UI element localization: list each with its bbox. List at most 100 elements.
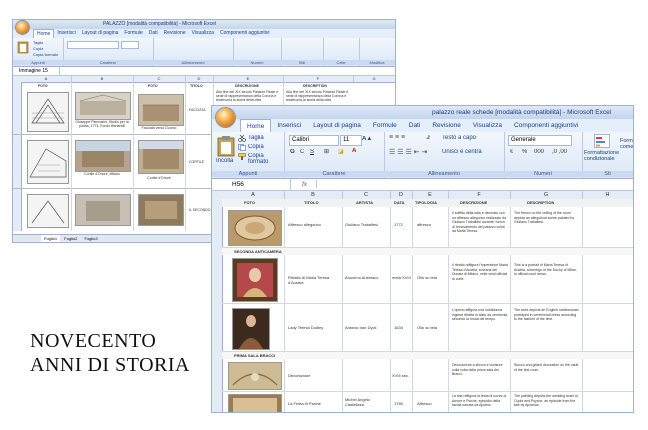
name-box[interactable]: H56	[230, 179, 291, 190]
format-as-table-button[interactable]: Form come	[620, 138, 633, 150]
gridline	[284, 199, 285, 412]
palace-section-drawing[interactable]	[27, 140, 69, 184]
column-header[interactable]: D	[390, 191, 413, 199]
window-title: PALAZZO [modalità compatibilità] - Micro…	[103, 21, 216, 27]
ceiling-fresco-thumb[interactable]	[228, 210, 282, 246]
currency-icon[interactable]: €	[510, 149, 513, 155]
tab-page-layout[interactable]: Layout di pagina	[79, 29, 122, 38]
tab-insert[interactable]: Inserisci	[54, 29, 78, 38]
column-header[interactable]: E	[412, 191, 449, 199]
group-font: Calibri 11 A▲ G C S ⊞ ◪ A Carattere	[284, 132, 385, 178]
office-button-icon[interactable]	[16, 21, 29, 34]
tab-insert[interactable]: Inserisci	[271, 119, 307, 132]
entrance-photo-thumb[interactable]	[75, 194, 131, 226]
align-top-icon[interactable]: ≡ ≡ ≡	[389, 134, 405, 141]
column-header[interactable]: A	[21, 76, 72, 82]
thousands-button[interactable]: 000	[534, 149, 544, 155]
copy-icon[interactable]	[238, 144, 246, 151]
spreadsheet-grid[interactable]: A B C D E F G H FOTO TITOLO ARTISTA DATA…	[212, 191, 633, 412]
grow-font-icon[interactable]: A▲	[362, 136, 372, 142]
paste-icon[interactable]	[217, 135, 235, 157]
portrait-maria-teresa-thumb[interactable]	[232, 258, 278, 302]
font-family-select[interactable]: Calibri	[289, 135, 339, 146]
paste-icon[interactable]	[17, 40, 29, 54]
tab-page-layout[interactable]: Layout di pagina	[307, 119, 367, 132]
column-header[interactable]: A	[222, 191, 285, 199]
font-size-select[interactable]	[121, 41, 139, 49]
column-header[interactable]: B	[71, 76, 134, 82]
copy-button[interactable]: Copia	[248, 144, 264, 150]
underline-button[interactable]: S	[310, 149, 314, 155]
tab-formulas[interactable]: Formule	[367, 119, 403, 132]
conditional-formatting-icon[interactable]	[594, 134, 610, 148]
bold-button[interactable]: G	[290, 149, 295, 155]
font-size-select[interactable]: 11	[340, 135, 362, 146]
scissors-icon[interactable]	[238, 135, 246, 142]
cut-button[interactable]: Taglia	[33, 40, 43, 45]
format-painter-button[interactable]: Copia formato	[33, 52, 58, 57]
facade-photo-thumb[interactable]	[138, 94, 184, 126]
number-format-select[interactable]: Generale	[508, 135, 572, 146]
photo-caption: Facciata verso Duomo	[141, 126, 177, 130]
column-header[interactable]: D	[185, 76, 214, 82]
tab-view[interactable]: Visualizza	[189, 29, 217, 38]
align-left-icon[interactable]: ☰ ☰ ☰ ⇤ ⇥	[389, 148, 427, 156]
copy-button[interactable]: Copia	[33, 46, 43, 51]
group-styles: Stili	[281, 38, 324, 66]
decimal-icon[interactable]: ,0 ,00	[552, 149, 567, 155]
entrance-photo-thumb[interactable]	[138, 194, 184, 226]
borders-icon[interactable]: ⊞	[324, 148, 329, 155]
column-header[interactable]: F	[283, 76, 354, 82]
wrap-text-button[interactable]: Testo a capo	[442, 135, 476, 141]
tab-view[interactable]: Visualizza	[467, 119, 508, 132]
tab-addins[interactable]: Componenti aggiuntivi	[217, 29, 272, 38]
header-foto: FOTO	[244, 200, 256, 205]
palace-plan-drawing[interactable]	[27, 92, 69, 132]
cut-button[interactable]: Taglia	[248, 135, 264, 141]
column-header[interactable]: G	[510, 191, 583, 199]
office-button-icon[interactable]	[216, 108, 235, 127]
font-color-icon[interactable]: A	[352, 148, 356, 154]
name-box[interactable]: Immagine 15	[19, 67, 60, 75]
tab-addins[interactable]: Componenti aggiuntivi	[508, 119, 584, 132]
font-select[interactable]	[67, 41, 119, 49]
palace-engraving-thumb[interactable]	[75, 92, 131, 120]
percent-button[interactable]: %	[522, 149, 527, 155]
tab-formulas[interactable]: Formule	[121, 29, 145, 38]
fx-icon[interactable]: fx	[302, 179, 307, 190]
column-header[interactable]: E	[213, 76, 284, 82]
header-description: DESCRIZIONE	[460, 200, 488, 205]
format-painter-button[interactable]: Copia formato	[248, 153, 284, 165]
orientation-icon[interactable]: ⦨	[426, 134, 430, 142]
column-header[interactable]: C	[342, 191, 391, 199]
palace-entrance-drawing[interactable]	[27, 194, 69, 228]
formula-input[interactable]	[316, 180, 633, 188]
sheet-tab[interactable]: Foglio1	[41, 235, 61, 242]
header-description-en: DESCRIPTION	[527, 200, 555, 205]
tab-review[interactable]: Revisione	[426, 119, 467, 132]
tab-home[interactable]: Home	[240, 119, 272, 132]
column-header[interactable]: C	[133, 76, 186, 82]
paste-button[interactable]: Incolla	[216, 158, 233, 164]
column-header[interactable]: H	[582, 191, 633, 199]
conditional-formatting-button[interactable]: Formattazione condizionale	[584, 150, 632, 162]
sheet-tab[interactable]: Foglio2	[61, 235, 80, 242]
fill-color-icon[interactable]: ◪	[338, 148, 344, 155]
group-label: Carattere	[284, 171, 384, 177]
column-header[interactable]: F	[448, 191, 511, 199]
merge-center-button[interactable]: Unisci e centra	[442, 149, 482, 155]
column-header[interactable]: G	[353, 76, 395, 82]
courtyard-photo-thumb[interactable]	[75, 140, 131, 172]
portrait-lady-thumb[interactable]	[232, 308, 270, 350]
tab-data[interactable]: Dati	[146, 29, 161, 38]
tab-home[interactable]: Home	[33, 29, 55, 38]
tab-data[interactable]: Dati	[403, 119, 427, 132]
decoration-thumb[interactable]	[228, 362, 282, 390]
italic-button[interactable]: C	[300, 149, 304, 155]
tab-review[interactable]: Revisione	[161, 29, 189, 38]
psyche-fresco-thumb[interactable]	[228, 394, 282, 412]
column-header[interactable]: B	[284, 191, 343, 199]
format-painter-icon[interactable]	[238, 153, 246, 160]
sheet-tab[interactable]: Foglio3	[82, 235, 101, 242]
courtyard-photo-thumb[interactable]	[138, 140, 184, 174]
